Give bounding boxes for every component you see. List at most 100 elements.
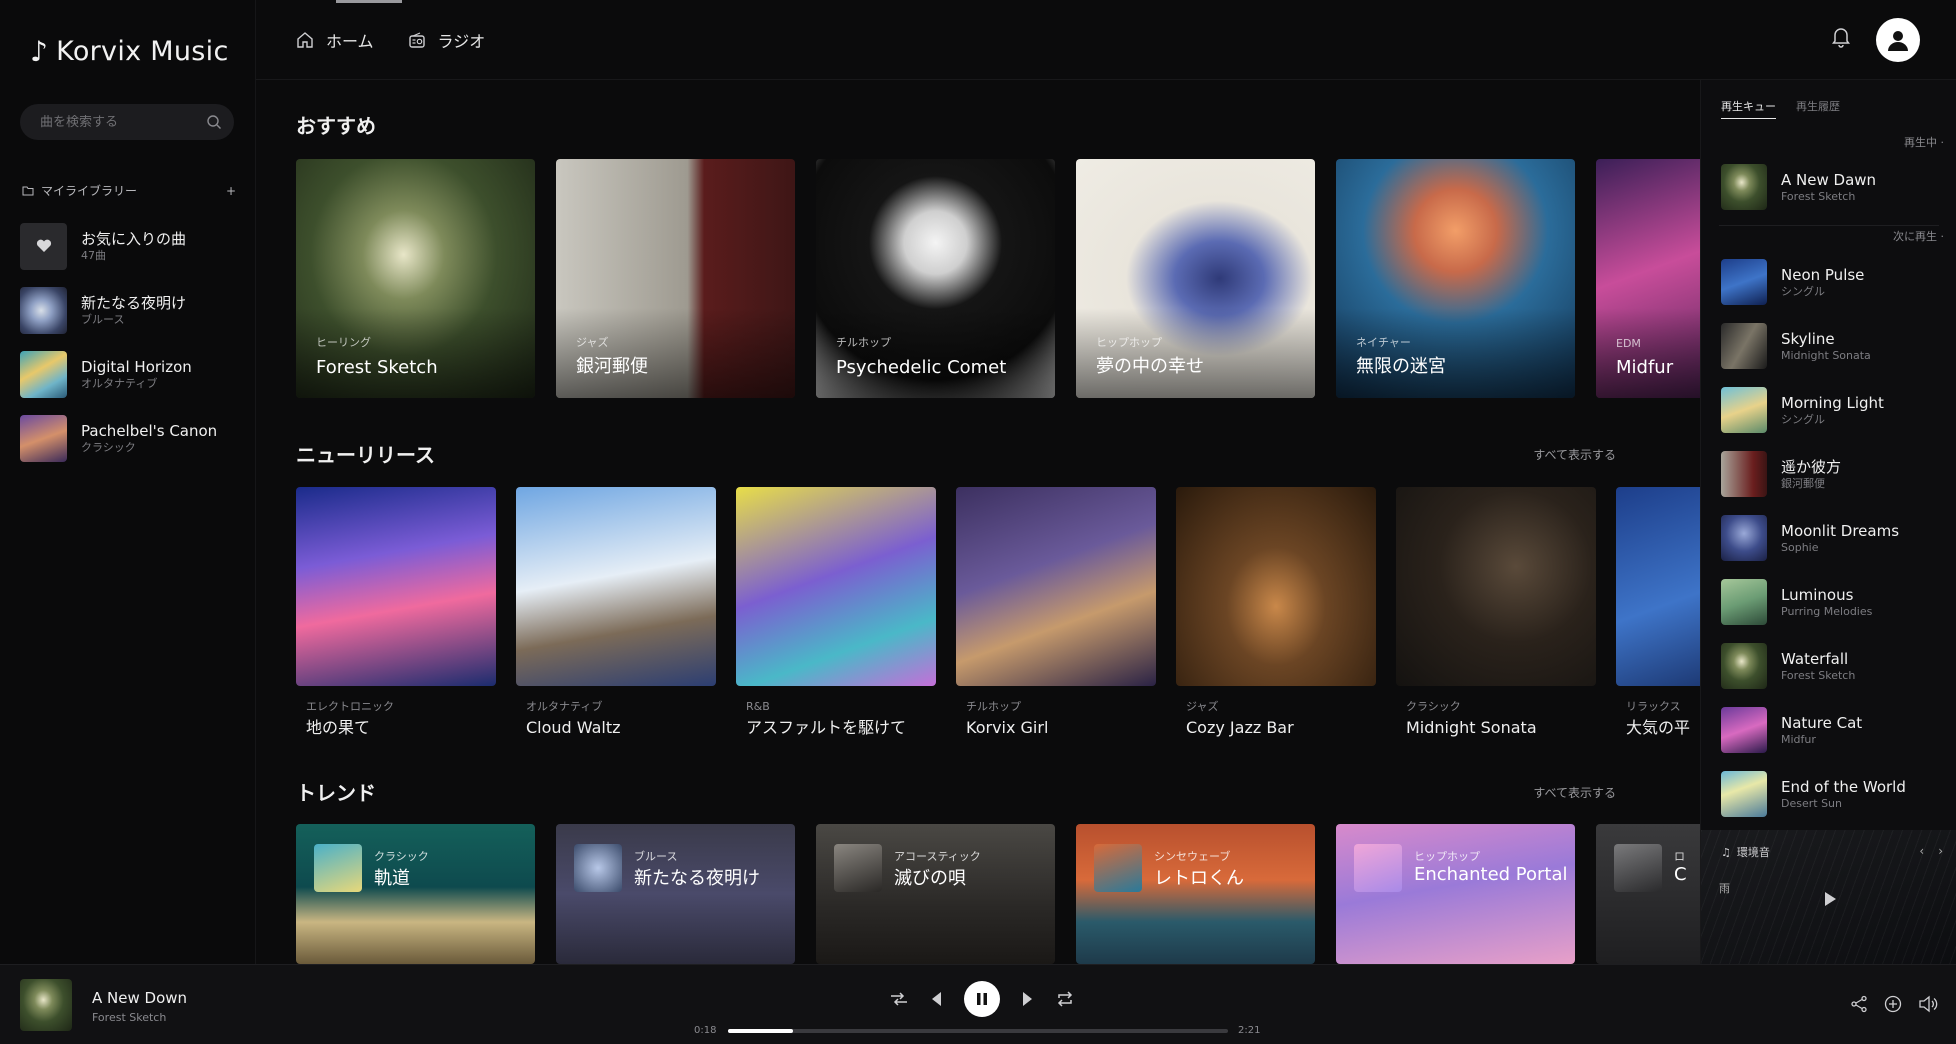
release-card[interactable]: オルタナティブ Cloud Waltz [516, 487, 716, 738]
card-title: Psychedelic Comet [836, 357, 1007, 378]
release-card[interactable]: エレクトロニック 地の果て [296, 487, 496, 738]
trending-card[interactable]: アコースティック 滅びの唄 [816, 824, 1055, 964]
section-title-recommended: おすすめ [296, 114, 376, 138]
volume-icon[interactable] [1918, 995, 1938, 1013]
up-next-list: Neon Pulse シングル Skyline Midnight Sonata Mo… [1721, 250, 1951, 826]
library-item-pachelbel[interactable]: Pachelbel's Canon クラシック [20, 406, 240, 470]
trending-card[interactable]: ブルース 新たなる夜明け [556, 824, 795, 964]
release-card[interactable]: R&B アスファルトを駆けて [736, 487, 936, 738]
bell-icon[interactable] [1831, 26, 1851, 48]
now-playing-artist[interactable]: Forest Sketch [92, 1011, 166, 1024]
album-art [574, 844, 622, 892]
card-genre: ヒップホップ [1414, 850, 1480, 863]
next-icon[interactable] [1022, 991, 1034, 1007]
see-all-trending-link[interactable]: すべて表示する [1533, 784, 1616, 801]
trending-card[interactable]: クラシック 軌道 [296, 824, 535, 964]
ambient-label: 環境音 [1736, 846, 1770, 859]
queue-item[interactable]: Luminous Purring Melodies [1721, 570, 1951, 634]
card-title: Midnight Sonata [1406, 718, 1537, 737]
queue-item[interactable]: End of the World Desert Sun [1721, 762, 1951, 826]
see-all-new-releases-link[interactable]: すべて表示する [1533, 446, 1616, 463]
share-icon[interactable] [1850, 995, 1868, 1013]
queue-item-title: Neon Pulse [1781, 266, 1865, 284]
album-art [956, 487, 1156, 686]
library-title: マイライブラリー [41, 184, 138, 198]
album-art [1396, 487, 1596, 686]
card-title: Cozy Jazz Bar [1186, 718, 1294, 737]
card-genre: エレクトロニック [306, 700, 394, 713]
queue-item[interactable]: Waterfall Forest Sketch [1721, 634, 1951, 698]
add-library-button[interactable]: + [226, 184, 236, 198]
card-genre: シンセウェーブ [1154, 850, 1231, 863]
queue-item[interactable]: Morning Light シングル [1721, 378, 1951, 442]
chevron-right-icon[interactable]: › [1938, 844, 1943, 858]
radio-icon [408, 32, 425, 48]
release-card[interactable]: ジャズ Cozy Jazz Bar [1176, 487, 1376, 738]
chevron-left-icon[interactable]: ‹ [1919, 844, 1924, 858]
release-card[interactable]: クラシック Midnight Sonata [1396, 487, 1596, 738]
app-logo[interactable]: ♪ Korvix Music [30, 36, 229, 67]
library-item-title: Digital Horizon [81, 358, 192, 376]
trending-card[interactable]: ロC [1596, 824, 1700, 964]
card-genre: ジャズ [576, 336, 609, 349]
queue-item[interactable]: Moonlit Dreams Sophie [1721, 506, 1951, 570]
library-item-favorites[interactable]: お気に入りの曲 47曲 [20, 214, 240, 278]
card-title: アスファルトを駆けて [746, 718, 907, 737]
queue-item[interactable]: Nature Cat Midfur [1721, 698, 1951, 762]
queue-item-title: A New Dawn [1781, 171, 1877, 189]
now-playing-art[interactable] [20, 979, 72, 1031]
album-art [314, 844, 362, 892]
user-avatar[interactable] [1876, 18, 1920, 62]
progress-bar[interactable] [728, 1029, 1228, 1033]
album-art [1354, 844, 1402, 892]
release-card[interactable]: リラックス 大気の平 [1616, 487, 1700, 738]
previous-icon[interactable] [930, 991, 942, 1007]
tab-radio[interactable]: ラジオ [408, 28, 485, 52]
card-genre: ネイチャー [1356, 336, 1411, 349]
progress-fill [728, 1029, 793, 1033]
recommended-card[interactable]: ヒーリング Forest Sketch [296, 159, 535, 398]
now-playing-title[interactable]: A New Down [92, 989, 187, 1007]
queue-item[interactable]: Skyline Midnight Sonata [1721, 314, 1951, 378]
trending-card[interactable]: ヒップホップ Enchanted Portal [1336, 824, 1575, 964]
ambient-nav: ‹ › [1919, 844, 1943, 858]
search-icon[interactable] [206, 114, 222, 130]
library-item-digital-horizon[interactable]: Digital Horizon オルタナティブ [20, 342, 240, 406]
tab-history[interactable]: 再生履歴 [1796, 98, 1840, 119]
recommended-card[interactable]: ジャズ 銀河郵便 [556, 159, 795, 398]
add-circle-icon[interactable] [1884, 995, 1902, 1013]
recommended-card[interactable]: ネイチャー 無限の迷宮 [1336, 159, 1575, 398]
album-art [20, 414, 67, 462]
album-art [1721, 643, 1767, 689]
album-art [1721, 771, 1767, 817]
shuffle-icon[interactable] [890, 991, 908, 1007]
queue-item-artist: シングル [1781, 413, 1825, 426]
queue-item-now-playing[interactable]: A New Dawn Forest Sketch [1721, 155, 1951, 219]
new-releases-row: エレクトロニック 地の果て オルタナティブ Cloud Waltz R&B アスファル… [296, 487, 1700, 738]
queue-item[interactable]: Neon Pulse シングル [1721, 250, 1951, 314]
library-item-dawn[interactable]: 新たなる夜明け ブルース [20, 278, 240, 342]
queue-item[interactable]: 遥か彼方 銀河郵便 [1721, 442, 1951, 506]
album-art [296, 487, 496, 686]
pause-button[interactable] [964, 981, 1000, 1017]
repeat-icon[interactable] [1056, 991, 1074, 1007]
tab-home[interactable]: ホーム [296, 28, 374, 52]
search-input[interactable] [40, 114, 190, 130]
library-item-title: Pachelbel's Canon [81, 422, 218, 440]
ambient-play-icon[interactable] [1825, 892, 1836, 906]
release-card[interactable]: チルホップ Korvix Girl [956, 487, 1156, 738]
next-label: 次に再生 · [1893, 230, 1944, 243]
tab-queue[interactable]: 再生キュー [1721, 98, 1776, 119]
trending-row: クラシック 軌道 ブルース 新たなる夜明け アコースティック 滅びの唄 シンセウェーブ… [296, 824, 1700, 964]
card-title: Korvix Girl [966, 718, 1049, 737]
sidebar: ♪ Korvix Music マイライブラリー + お気に入りの曲 47曲 新た… [0, 0, 256, 964]
queue-tabs: 再生キュー 再生履歴 [1721, 98, 1840, 119]
recommended-card[interactable]: チルホップ Psychedelic Comet [816, 159, 1055, 398]
recommended-card[interactable]: ヒップホップ 夢の中の幸せ [1076, 159, 1315, 398]
card-genre: オルタナティブ [526, 700, 603, 713]
section-title-new-releases: ニューリリース [296, 443, 435, 467]
trending-card[interactable]: シンセウェーブ レトロくん [1076, 824, 1315, 964]
heart-icon [36, 239, 51, 252]
queue-item-artist: Forest Sketch [1781, 190, 1856, 203]
recommended-card[interactable]: EDM Midfur [1596, 159, 1700, 398]
